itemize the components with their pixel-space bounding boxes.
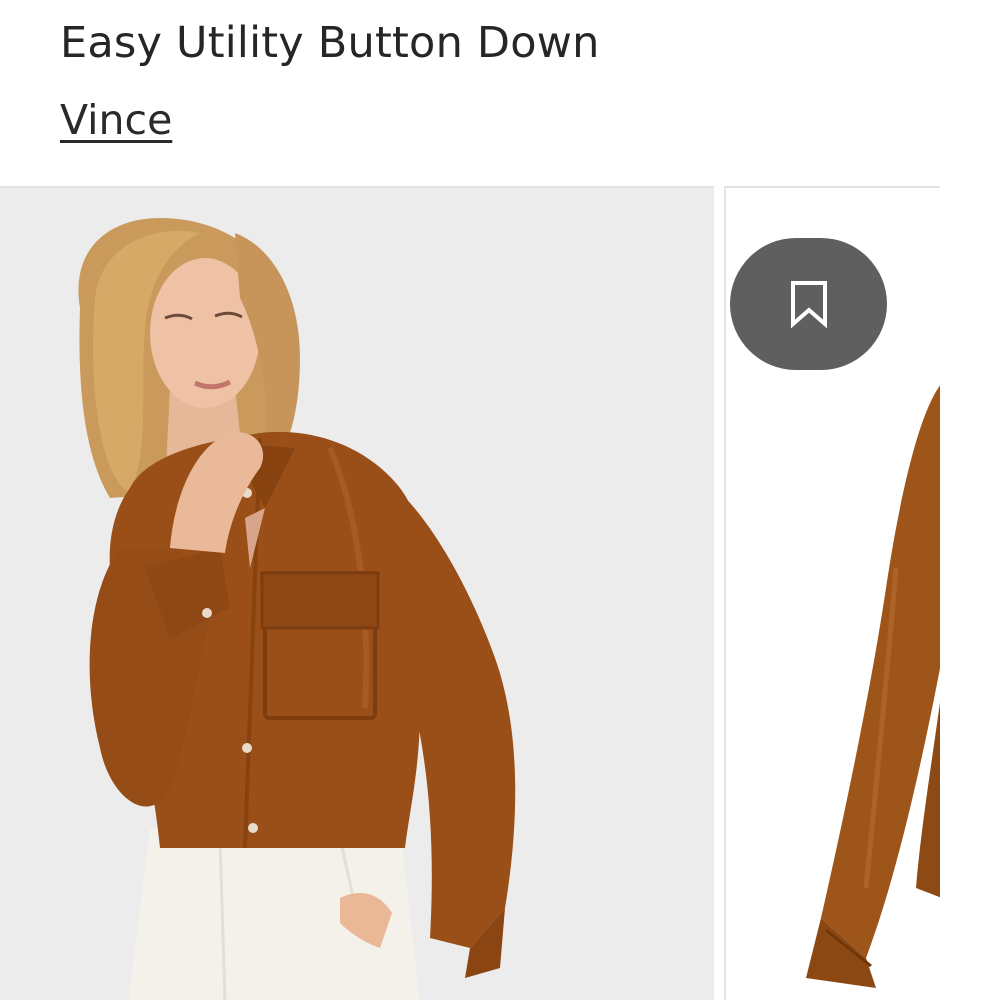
product-image-model[interactable] [0,186,714,1000]
brand-link[interactable]: Vince [60,96,172,144]
product-page: Easy Utility Button Down Vince [0,0,1000,1000]
product-title: Easy Utility Button Down [60,18,600,68]
product-image-carousel[interactable] [0,186,1000,1000]
product-header: Easy Utility Button Down Vince [0,0,1000,186]
model-wearing-shirt-photo [0,188,714,1000]
bookmark-icon [790,281,827,328]
save-button[interactable] [730,238,887,370]
